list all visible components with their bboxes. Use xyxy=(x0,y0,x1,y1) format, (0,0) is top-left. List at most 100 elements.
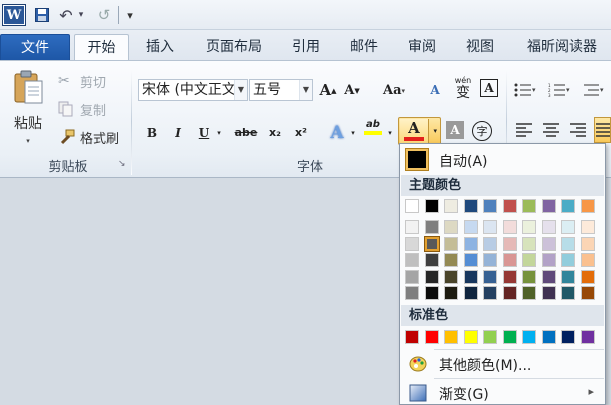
subscript-button[interactable]: x₂ xyxy=(266,123,284,143)
theme-color-swatch[interactable] xyxy=(502,220,517,234)
tab-mailings[interactable]: 邮件 xyxy=(338,34,390,61)
theme-color-swatch[interactable] xyxy=(561,286,575,300)
align-left-button[interactable] xyxy=(516,121,534,139)
theme-color-swatch[interactable] xyxy=(405,199,419,213)
phonetic-guide-button[interactable]: wén 变 xyxy=(452,75,474,103)
numbering-button[interactable]: 123 ▾ xyxy=(548,81,572,99)
underline-button[interactable]: U xyxy=(196,123,212,143)
standard-color-swatch[interactable] xyxy=(483,330,497,344)
shrink-font-button[interactable]: A ▼ xyxy=(342,79,362,101)
theme-color-swatch[interactable] xyxy=(424,253,439,267)
theme-color-swatch[interactable] xyxy=(405,286,419,300)
highlight-button[interactable]: ab xyxy=(362,119,384,143)
theme-color-swatch[interactable] xyxy=(444,269,458,284)
strikethrough-button[interactable]: abe xyxy=(233,123,259,143)
theme-color-swatch[interactable] xyxy=(580,269,595,284)
theme-color-swatch[interactable] xyxy=(502,199,517,213)
standard-color-swatch[interactable] xyxy=(502,330,517,344)
theme-color-swatch[interactable] xyxy=(580,220,595,234)
align-right-button[interactable] xyxy=(570,121,588,139)
save-icon[interactable] xyxy=(34,5,50,25)
theme-color-swatch[interactable] xyxy=(405,253,419,267)
theme-color-swatch[interactable] xyxy=(444,199,458,213)
theme-color-swatch[interactable] xyxy=(502,236,517,251)
theme-color-swatch[interactable] xyxy=(463,286,478,300)
justify-button[interactable] xyxy=(594,117,611,143)
standard-color-swatch[interactable] xyxy=(424,330,439,344)
theme-color-swatch[interactable] xyxy=(502,286,517,300)
tab-references[interactable]: 引用 xyxy=(280,34,332,61)
undo-dropdown-icon[interactable]: ▾ xyxy=(76,5,86,25)
theme-color-swatch[interactable] xyxy=(444,236,458,251)
theme-color-swatch[interactable] xyxy=(405,220,419,234)
paste-button[interactable]: 粘贴 ▾ xyxy=(8,69,48,149)
standard-color-swatch[interactable] xyxy=(405,330,419,344)
customize-qat-icon[interactable]: ▾ xyxy=(124,5,136,25)
bold-button[interactable]: B xyxy=(144,123,160,143)
gradient-menu-item[interactable]: 渐变(G) ▸ xyxy=(401,380,604,405)
copy-button[interactable]: 复制 xyxy=(58,99,106,119)
standard-color-swatch[interactable] xyxy=(561,330,575,344)
theme-color-swatch[interactable] xyxy=(463,253,478,267)
clipboard-dialog-launcher-icon[interactable]: ↘ xyxy=(118,159,126,169)
theme-color-swatch[interactable] xyxy=(444,253,458,267)
italic-button[interactable]: I xyxy=(170,123,186,143)
theme-color-swatch[interactable] xyxy=(561,253,575,267)
character-border-button[interactable]: A xyxy=(480,79,498,97)
theme-color-swatch[interactable] xyxy=(424,286,439,300)
font-size-dropdown-icon[interactable]: ▼ xyxy=(299,80,312,100)
underline-dropdown-icon[interactable]: ▾ xyxy=(214,123,224,143)
text-effects-button[interactable]: A xyxy=(326,123,348,143)
theme-color-swatch[interactable] xyxy=(463,236,478,251)
cut-button[interactable]: ✂ 剪切 xyxy=(58,71,106,91)
theme-color-swatch[interactable] xyxy=(463,269,478,284)
theme-color-swatch[interactable] xyxy=(483,253,497,267)
theme-color-swatch[interactable] xyxy=(463,199,478,213)
theme-color-swatch[interactable] xyxy=(522,199,536,213)
theme-color-swatch[interactable] xyxy=(541,269,556,284)
theme-color-swatch[interactable] xyxy=(424,199,439,213)
font-size-combo[interactable]: 五号 ▼ xyxy=(249,79,313,101)
theme-color-swatch[interactable] xyxy=(405,236,419,251)
tab-view[interactable]: 视图 xyxy=(454,34,506,61)
theme-color-swatch[interactable] xyxy=(483,286,497,300)
font-color-main[interactable]: A xyxy=(400,119,429,143)
theme-color-swatch[interactable] xyxy=(483,236,497,251)
enclose-characters-button[interactable]: 字 xyxy=(472,121,492,141)
theme-color-swatch[interactable] xyxy=(541,236,556,251)
tab-file[interactable]: 文件 xyxy=(0,34,70,61)
tab-foxit-reader[interactable]: 福昕阅读器 xyxy=(516,34,608,61)
theme-color-swatch[interactable] xyxy=(463,220,478,234)
theme-color-swatch[interactable] xyxy=(423,235,440,252)
superscript-button[interactable]: x² xyxy=(292,123,310,143)
word-app-icon[interactable]: W xyxy=(3,5,25,25)
more-colors-menu-item[interactable]: 其他颜色(M)... xyxy=(401,351,604,377)
standard-color-swatch[interactable] xyxy=(580,330,595,344)
theme-color-swatch[interactable] xyxy=(580,286,595,300)
theme-color-swatch[interactable] xyxy=(444,286,458,300)
theme-color-swatch[interactable] xyxy=(483,220,497,234)
theme-color-swatch[interactable] xyxy=(541,220,556,234)
theme-color-swatch[interactable] xyxy=(483,199,497,213)
theme-color-swatch[interactable] xyxy=(580,199,595,213)
theme-color-swatch[interactable] xyxy=(405,269,419,284)
standard-color-swatch[interactable] xyxy=(522,330,536,344)
font-color-button[interactable]: A ▾ xyxy=(398,117,441,145)
align-center-button[interactable] xyxy=(543,121,561,139)
redo-icon[interactable]: ↺ xyxy=(96,5,112,25)
highlight-dropdown-icon[interactable]: ▾ xyxy=(386,123,394,143)
theme-color-swatch[interactable] xyxy=(424,220,439,234)
theme-color-swatch[interactable] xyxy=(522,253,536,267)
theme-color-swatch[interactable] xyxy=(561,236,575,251)
theme-color-swatch[interactable] xyxy=(561,269,575,284)
theme-color-swatch[interactable] xyxy=(424,269,439,284)
tab-page-layout[interactable]: 页面布局 xyxy=(196,34,272,61)
character-shading-button[interactable]: A xyxy=(446,121,464,139)
standard-color-swatch[interactable] xyxy=(444,330,458,344)
theme-color-swatch[interactable] xyxy=(561,220,575,234)
theme-color-swatch[interactable] xyxy=(522,220,536,234)
theme-color-swatch[interactable] xyxy=(522,286,536,300)
font-name-combo[interactable]: 宋体 (中文正文) ▼ xyxy=(138,79,248,101)
theme-color-swatch[interactable] xyxy=(580,253,595,267)
tab-insert[interactable]: 插入 xyxy=(134,34,186,61)
